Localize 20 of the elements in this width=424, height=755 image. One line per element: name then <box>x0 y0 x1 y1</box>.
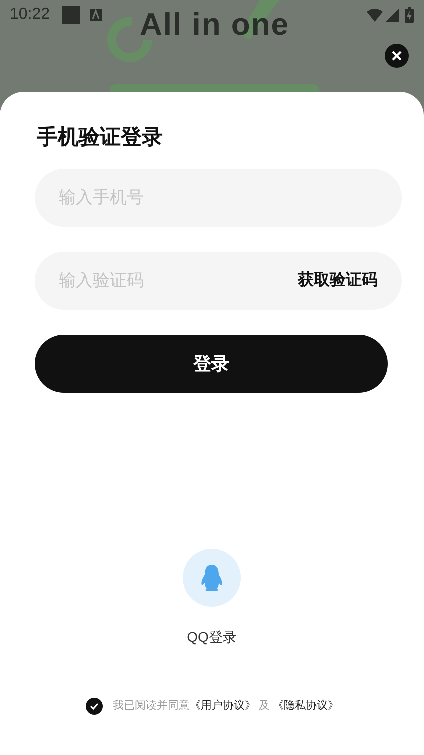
agreement-text: 我已阅读并同意 <box>113 698 190 714</box>
status-time: 10:22 <box>10 5 50 25</box>
close-button[interactable] <box>385 44 409 68</box>
penguin-icon <box>200 564 224 592</box>
login-button[interactable]: 登录 <box>35 335 388 393</box>
notification-icon <box>62 6 80 24</box>
privacy-policy-link[interactable]: 《隐私协议》 <box>273 698 339 715</box>
close-icon <box>392 51 402 61</box>
user-agreement-link[interactable]: 《用户协议》 <box>190 698 256 715</box>
signal-icon <box>386 8 399 22</box>
agreement-checkbox[interactable] <box>86 698 103 715</box>
battery-icon <box>405 7 414 23</box>
qq-login-label: QQ登录 <box>187 628 237 647</box>
get-code-button[interactable]: 获取验证码 <box>298 269 378 293</box>
conjunction-text: 及 <box>259 699 270 714</box>
wifi-icon <box>367 8 383 22</box>
sheet-title: 手机验证登录 <box>37 125 164 151</box>
app-title: All in one <box>140 6 290 44</box>
check-icon <box>90 703 99 710</box>
notification-icon <box>90 9 102 21</box>
